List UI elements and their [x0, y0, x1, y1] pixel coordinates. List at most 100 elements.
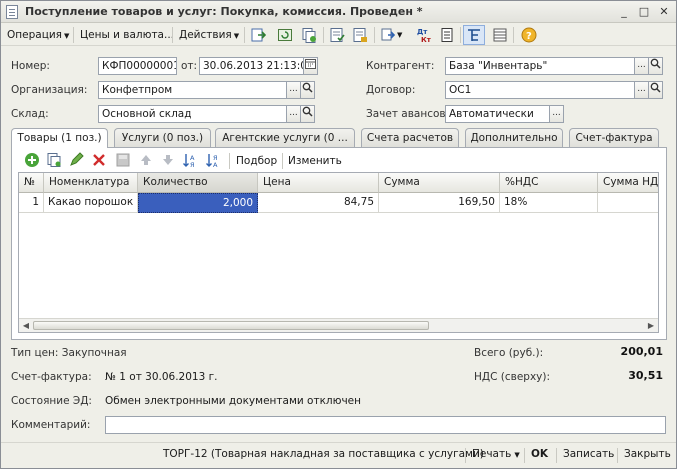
svg-text:Дт: Дт	[417, 28, 428, 36]
help-icon[interactable]: ?	[521, 27, 537, 43]
cell-number[interactable]: 1	[19, 193, 44, 213]
delete-row-icon[interactable]	[91, 152, 107, 168]
column-header-quantity[interactable]: Количество	[138, 173, 258, 193]
minimize-button[interactable]: _	[617, 5, 631, 19]
column-header-nomenclature[interactable]: Номенклатура	[44, 173, 138, 193]
ed-state-value: Обмен электронными документами отключен	[105, 395, 361, 407]
warehouse-field[interactable]: Основной склад	[98, 105, 287, 123]
tab-services[interactable]: Услуги (0 поз.)	[114, 128, 211, 147]
comment-field[interactable]	[105, 416, 666, 434]
warehouse-select-button[interactable]: ...	[286, 105, 301, 123]
cell-vat-rate[interactable]: 18%	[500, 193, 598, 213]
document-journal-icon[interactable]	[439, 27, 455, 43]
list-view-icon[interactable]	[492, 27, 508, 43]
operation-menu[interactable]: Операция ▼	[7, 27, 69, 43]
create-based-on-icon[interactable]	[380, 27, 396, 43]
move-up-icon[interactable]	[138, 152, 154, 168]
create-based-on-dropdown[interactable]: ▼	[397, 27, 402, 43]
counterparty-open-button[interactable]	[648, 57, 663, 75]
toolbar-separator	[465, 448, 466, 463]
edit-row-icon[interactable]	[68, 152, 84, 168]
goods-table[interactable]: № Номенклатура Количество Цена Сумма %НД…	[18, 172, 659, 333]
tab-invoice[interactable]: Счет-фактура	[569, 128, 659, 147]
warehouse-open-button[interactable]	[300, 105, 315, 123]
organization-open-button[interactable]	[300, 81, 315, 99]
copy-row-icon[interactable]	[46, 152, 62, 168]
change-button[interactable]: Изменить	[288, 153, 342, 169]
column-header-sum[interactable]: Сумма	[379, 173, 500, 193]
cell-vat-sum[interactable]	[598, 193, 658, 213]
counterparty-select-button[interactable]: ...	[634, 57, 649, 75]
column-header-vat-rate[interactable]: %НДС	[500, 173, 598, 193]
contract-select-button[interactable]: ...	[634, 81, 649, 99]
cell-nomenclature[interactable]: Какао порошок	[44, 193, 138, 213]
tab-goods[interactable]: Товары (1 поз.)	[11, 128, 108, 148]
toolbar-separator	[323, 27, 324, 43]
refresh-icon[interactable]	[277, 27, 293, 43]
save-button[interactable]: Записать	[563, 448, 614, 460]
advance-field[interactable]: Автоматически	[445, 105, 550, 123]
number-label: Номер:	[11, 60, 50, 72]
close-window-button[interactable]: ✕	[657, 5, 671, 19]
column-header-vat-sum[interactable]: Сумма НДС	[598, 173, 658, 193]
post-and-close-icon[interactable]	[250, 27, 266, 43]
maximize-button[interactable]: □	[637, 5, 651, 19]
ed-state-label: Состояние ЭД:	[11, 395, 92, 407]
calendar-button[interactable]	[303, 57, 318, 75]
dropdown-arrow-icon: ▼	[63, 32, 70, 40]
tab-settlement-accounts[interactable]: Счета расчетов	[361, 128, 459, 147]
column-header-price[interactable]: Цена	[258, 173, 379, 193]
tab-agent-services[interactable]: Агентские услуги (0 ...	[215, 128, 355, 147]
contract-field[interactable]: ОС1	[445, 81, 635, 99]
move-down-icon[interactable]	[160, 152, 176, 168]
window-title: Поступление товаров и услуг: Покупка, ко…	[25, 5, 423, 18]
vat-label: НДС (сверху):	[474, 371, 551, 383]
actions-menu[interactable]: Действия ▼	[179, 27, 239, 43]
warehouse-label: Склад:	[11, 108, 49, 120]
add-row-icon[interactable]	[24, 152, 40, 168]
calendar-icon	[305, 59, 316, 69]
number-field[interactable]: КФП00000001	[98, 57, 177, 75]
advance-select-button[interactable]: ...	[549, 105, 564, 123]
sort-descending-icon[interactable]: ЯА	[205, 152, 221, 168]
debit-credit-icon[interactable]: ДтКт	[416, 27, 432, 43]
print-menu-label: Печать	[472, 448, 512, 460]
comment-label: Комментарий:	[11, 419, 91, 431]
subordination-structure-icon[interactable]	[466, 27, 482, 43]
column-header-number[interactable]: №	[19, 173, 44, 193]
search-icon	[650, 58, 661, 69]
goods-panel: АЯ ЯА Подбор Изменить № Номенклатура Кол…	[11, 147, 667, 340]
invoice-link[interactable]: № 1 от 30.06.2013 г.	[105, 371, 217, 383]
document-window: Поступление товаров и услуг: Покупка, ко…	[0, 0, 677, 469]
total-label: Всего (руб.):	[474, 347, 544, 359]
date-field[interactable]: 30.06.2013 21:13:04	[199, 57, 304, 75]
end-edit-icon[interactable]	[115, 152, 131, 168]
svg-text:?: ?	[526, 31, 532, 42]
copy-document-icon[interactable]	[301, 27, 317, 43]
organization-field[interactable]: Конфетпром	[98, 81, 287, 99]
cell-sum[interactable]: 169,50	[379, 193, 500, 213]
dropdown-arrow-icon: ▼	[233, 32, 240, 40]
prices-currency-button[interactable]: Цены и валюта...	[80, 27, 174, 43]
organization-select-button[interactable]: ...	[286, 81, 301, 99]
scroll-left-icon[interactable]: ◀	[20, 320, 32, 331]
scrollbar-thumb[interactable]	[33, 321, 429, 330]
cell-price[interactable]: 84,75	[258, 193, 379, 213]
pick-button[interactable]: Подбор	[236, 153, 277, 169]
svg-text:Кт: Кт	[421, 36, 432, 43]
sort-ascending-icon[interactable]: АЯ	[182, 152, 198, 168]
unpost-document-icon[interactable]	[352, 27, 368, 43]
contract-open-button[interactable]	[648, 81, 663, 99]
print-menu[interactable]: Печать ▼	[472, 448, 520, 460]
ok-button[interactable]: OK	[531, 448, 548, 460]
scroll-right-icon[interactable]: ▶	[645, 320, 657, 331]
close-button[interactable]: Закрыть	[624, 448, 671, 460]
horizontal-scrollbar[interactable]: ◀ ▶	[19, 318, 658, 332]
cell-quantity[interactable]: 2,000	[138, 193, 258, 213]
main-toolbar: Операция ▼ Цены и валюта... Действия ▼ ▼ Д…	[1, 24, 676, 46]
tab-additional[interactable]: Дополнительно	[465, 128, 563, 147]
torg12-print-button[interactable]: ТОРГ-12 (Товарная накладная за поставщик…	[163, 448, 484, 460]
counterparty-field[interactable]: База "Инвентарь"	[445, 57, 635, 75]
contract-label: Договор:	[366, 84, 416, 96]
post-document-icon[interactable]	[329, 27, 345, 43]
